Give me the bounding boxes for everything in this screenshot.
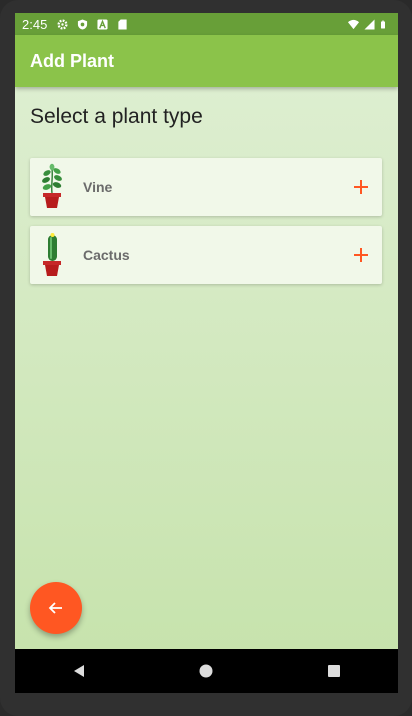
nav-recents-button[interactable] bbox=[314, 651, 354, 691]
status-bar: 2:45 bbox=[15, 13, 398, 35]
system-nav-bar bbox=[15, 649, 398, 693]
app-bar: Add Plant bbox=[15, 35, 398, 87]
battery-icon bbox=[381, 20, 385, 28]
home-icon bbox=[199, 664, 213, 678]
main-content: Select a plant type Vine Cactus bbox=[15, 87, 398, 649]
plant-item-cactus[interactable]: Cactus bbox=[30, 226, 382, 284]
plus-icon bbox=[354, 180, 368, 194]
plant-item-label: Cactus bbox=[83, 247, 130, 263]
add-cactus-button[interactable] bbox=[350, 244, 372, 266]
cactus-plant-icon bbox=[43, 233, 61, 276]
page-heading: Select a plant type bbox=[30, 105, 203, 128]
sd-card-icon bbox=[118, 18, 127, 30]
settings-icon bbox=[57, 18, 68, 30]
nav-home-button[interactable] bbox=[186, 651, 226, 691]
arrow-left-icon bbox=[48, 602, 62, 614]
plant-item-vine[interactable]: Vine bbox=[30, 158, 382, 216]
app-bar-title: Add Plant bbox=[30, 50, 114, 71]
wifi-icon bbox=[348, 19, 359, 29]
signal-icon bbox=[364, 18, 375, 30]
a-icon bbox=[97, 18, 108, 30]
status-time: 2:45 bbox=[22, 16, 48, 32]
screen: 2:45 Add Plant Select a plant type Vine … bbox=[15, 13, 398, 693]
nav-back-button[interactable] bbox=[59, 651, 99, 691]
plus-icon bbox=[354, 248, 368, 262]
plant-item-label: Vine bbox=[83, 179, 113, 195]
add-vine-button[interactable] bbox=[350, 176, 372, 198]
recents-icon bbox=[328, 665, 341, 677]
back-fab-button[interactable] bbox=[30, 582, 82, 634]
shield-icon bbox=[78, 18, 88, 30]
vine-plant-icon bbox=[42, 163, 62, 208]
device-frame: 2:45 Add Plant Select a plant type Vine … bbox=[0, 0, 412, 716]
back-icon bbox=[73, 665, 84, 677]
